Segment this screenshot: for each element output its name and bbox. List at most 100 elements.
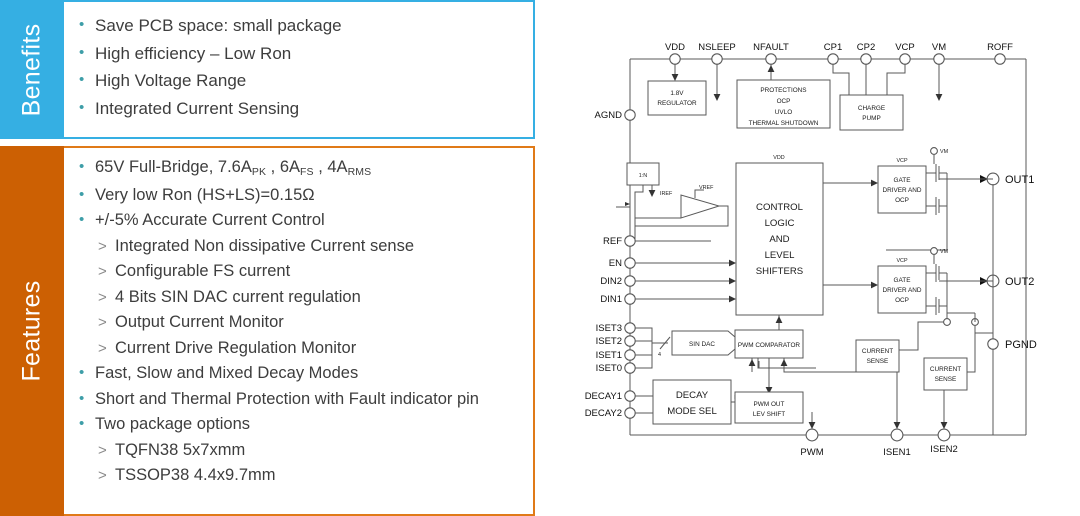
- list-item: Configurable FS current: [76, 259, 527, 285]
- block-label-line1: PWM OUT: [754, 401, 785, 408]
- block-diagram: VDD NSLEEP NFAULT CP1 CP2 VCP VM ROFF AG…: [585, 42, 1037, 458]
- control-vdd-label: VDD: [773, 155, 784, 161]
- block-label-line2: LOGIC: [765, 218, 795, 229]
- pwm-comparator-block: PWM COMPARATOR: [734, 329, 856, 394]
- block-label-line5: SHIFTERS: [756, 266, 803, 277]
- block-label: PWM COMPARATOR: [738, 342, 801, 349]
- block-label-line2: MODE SEL: [667, 406, 717, 417]
- pin-nfault: NFAULT: [753, 42, 789, 80]
- pin-out1: OUT1: [939, 172, 1034, 186]
- list-item: 65V Full-Bridge, 7.6APK , 6AFS , 4ARMS: [76, 154, 527, 183]
- benefits-list: Save PCB space: small package High effic…: [76, 11, 525, 123]
- pin-label: ISEN2: [930, 444, 957, 455]
- block-label-line2: PUMP: [862, 115, 880, 122]
- block-label: SIN DAC: [689, 341, 715, 348]
- pin-roff: ROFF: [987, 42, 1013, 65]
- block-label-line1: GATE: [894, 277, 911, 284]
- vm-label: VM: [940, 249, 949, 255]
- pin-isen1: ISEN1: [883, 360, 911, 458]
- pin-label: NFAULT: [753, 42, 789, 53]
- list-item: TSSOP38 4.4x9.7mm: [76, 463, 527, 489]
- pin-iset1: ISET1: [596, 349, 652, 361]
- feature-text-3: , 4A: [313, 158, 348, 176]
- block-label-line3: UVLO: [775, 109, 792, 116]
- list-item: +/-5% Accurate Current Control: [76, 207, 527, 234]
- pin-label: ISET2: [596, 336, 622, 347]
- features-list: 65V Full-Bridge, 7.6APK , 6AFS , 4ARMS V…: [76, 154, 527, 489]
- pin-label: VM: [932, 42, 946, 53]
- pin-iset2: ISET2: [596, 335, 652, 347]
- pin-din1: DIN1: [600, 293, 736, 305]
- features-tab: Features: [0, 146, 64, 516]
- list-item: Short and Thermal Protection with Fault …: [76, 386, 527, 413]
- block-label-line4: THERMAL SHUTDOWN: [749, 120, 819, 127]
- pin-decay2: DECAY2: [585, 407, 653, 419]
- block-label-line3: AND: [769, 234, 789, 245]
- iref-label: IREF: [660, 191, 673, 197]
- pin-label: OUT1: [1005, 174, 1034, 186]
- block-label-line1: PROTECTIONS: [760, 87, 806, 94]
- pin-label: DIN2: [600, 276, 622, 287]
- feature-sub-2: FS: [300, 166, 314, 178]
- vref-label: VREF: [699, 185, 714, 191]
- regulator-block: 1.8V REGULATOR: [647, 80, 707, 116]
- pin-din2: DIN2: [600, 275, 736, 287]
- feature-sub-3: RMS: [347, 166, 372, 178]
- list-item: Current Drive Regulation Monitor: [76, 336, 527, 362]
- pin-decay1: DECAY1: [585, 390, 653, 402]
- block-label-line2: SENSE: [867, 358, 889, 365]
- list-item: TQFN38 5x7xmm: [76, 438, 527, 464]
- pin-ref: REF: [603, 235, 711, 247]
- block-label-line3: OCP: [895, 197, 909, 204]
- vm-label: VM: [940, 149, 949, 155]
- control-logic-block: VDD CONTROL LOGIC AND LEVEL SHIFTERS: [735, 155, 878, 330]
- features-body: 65V Full-Bridge, 7.6APK , 6AFS , 4ARMS V…: [64, 146, 535, 516]
- pin-label: CP1: [824, 42, 842, 53]
- block-label-line1: CHARGE: [858, 105, 885, 112]
- block-label-line2: SENSE: [935, 376, 957, 383]
- charge-pump-block: CHARGE PUMP: [839, 94, 904, 131]
- list-item: Fast, Slow and Mixed Decay Modes: [76, 360, 527, 387]
- list-item: High Voltage Range: [76, 66, 525, 95]
- pin-label: ISET1: [596, 350, 622, 361]
- block-label-line2: REGULATOR: [657, 100, 697, 107]
- benefits-body: Save PCB space: small package High effic…: [64, 0, 535, 139]
- gate-driver-2-block: VCP GATE DRIVER AND OCP VM: [877, 247, 993, 322]
- protections-block: PROTECTIONS OCP UVLO THERMAL SHUTDOWN: [736, 79, 831, 129]
- block-label-line2: DRIVER AND: [882, 187, 921, 194]
- block-label-line2: LEV SHIFT: [753, 411, 785, 418]
- block-label-line4: LEVEL: [765, 250, 796, 261]
- list-item: Integrated Current Sensing: [76, 94, 525, 123]
- block-label-line1: 1.8V: [670, 90, 684, 97]
- reference-mirror-block: 1:N IREF VREF: [616, 162, 729, 241]
- feature-text: 65V Full-Bridge, 7.6A: [95, 158, 252, 176]
- list-item: Very low Ron (HS+LS)=0.15Ω: [76, 182, 527, 209]
- pin-label: ROFF: [987, 42, 1013, 53]
- feature-text-2: , 6A: [266, 158, 300, 176]
- list-item: Save PCB space: small package: [76, 11, 525, 40]
- pwm-out-level-shift-block: PWM OUT LEV SHIFT: [734, 391, 804, 424]
- bus-width-label: 4: [658, 352, 661, 358]
- block-diagram-panel: VDD NSLEEP NFAULT CP1 CP2 VCP VM ROFF AG…: [556, 0, 1080, 516]
- block-label-line1: CURRENT: [930, 366, 961, 373]
- pin-label: CP2: [857, 42, 875, 53]
- pin-label: VCP: [895, 42, 915, 53]
- feature-sub: PK: [251, 166, 267, 178]
- pin-label: ISEN1: [883, 447, 910, 458]
- block-label-line2: OCP: [777, 98, 791, 105]
- current-sense-2-block: CURRENT SENSE: [923, 312, 993, 391]
- list-item: Two package options: [76, 411, 527, 438]
- pin-label: OUT2: [1005, 276, 1034, 288]
- pin-label: PWM: [800, 447, 823, 458]
- list-item: 4 Bits SIN DAC current regulation: [76, 285, 527, 311]
- vcp-label: VCP: [896, 158, 907, 164]
- ratio-label: 1:N: [639, 173, 647, 179]
- block-label-line3: OCP: [895, 297, 909, 304]
- pin-vdd: VDD: [665, 42, 685, 81]
- list-item: Integrated Non dissipative Current sense: [76, 234, 527, 260]
- left-content-panel: Benefits Save PCB space: small package H…: [0, 0, 540, 516]
- block-label-line1: CONTROL: [756, 202, 804, 213]
- benefits-tab-label: Benefits: [17, 23, 46, 116]
- pin-cp2: CP2: [857, 42, 875, 95]
- pin-label: PGND: [1005, 339, 1037, 351]
